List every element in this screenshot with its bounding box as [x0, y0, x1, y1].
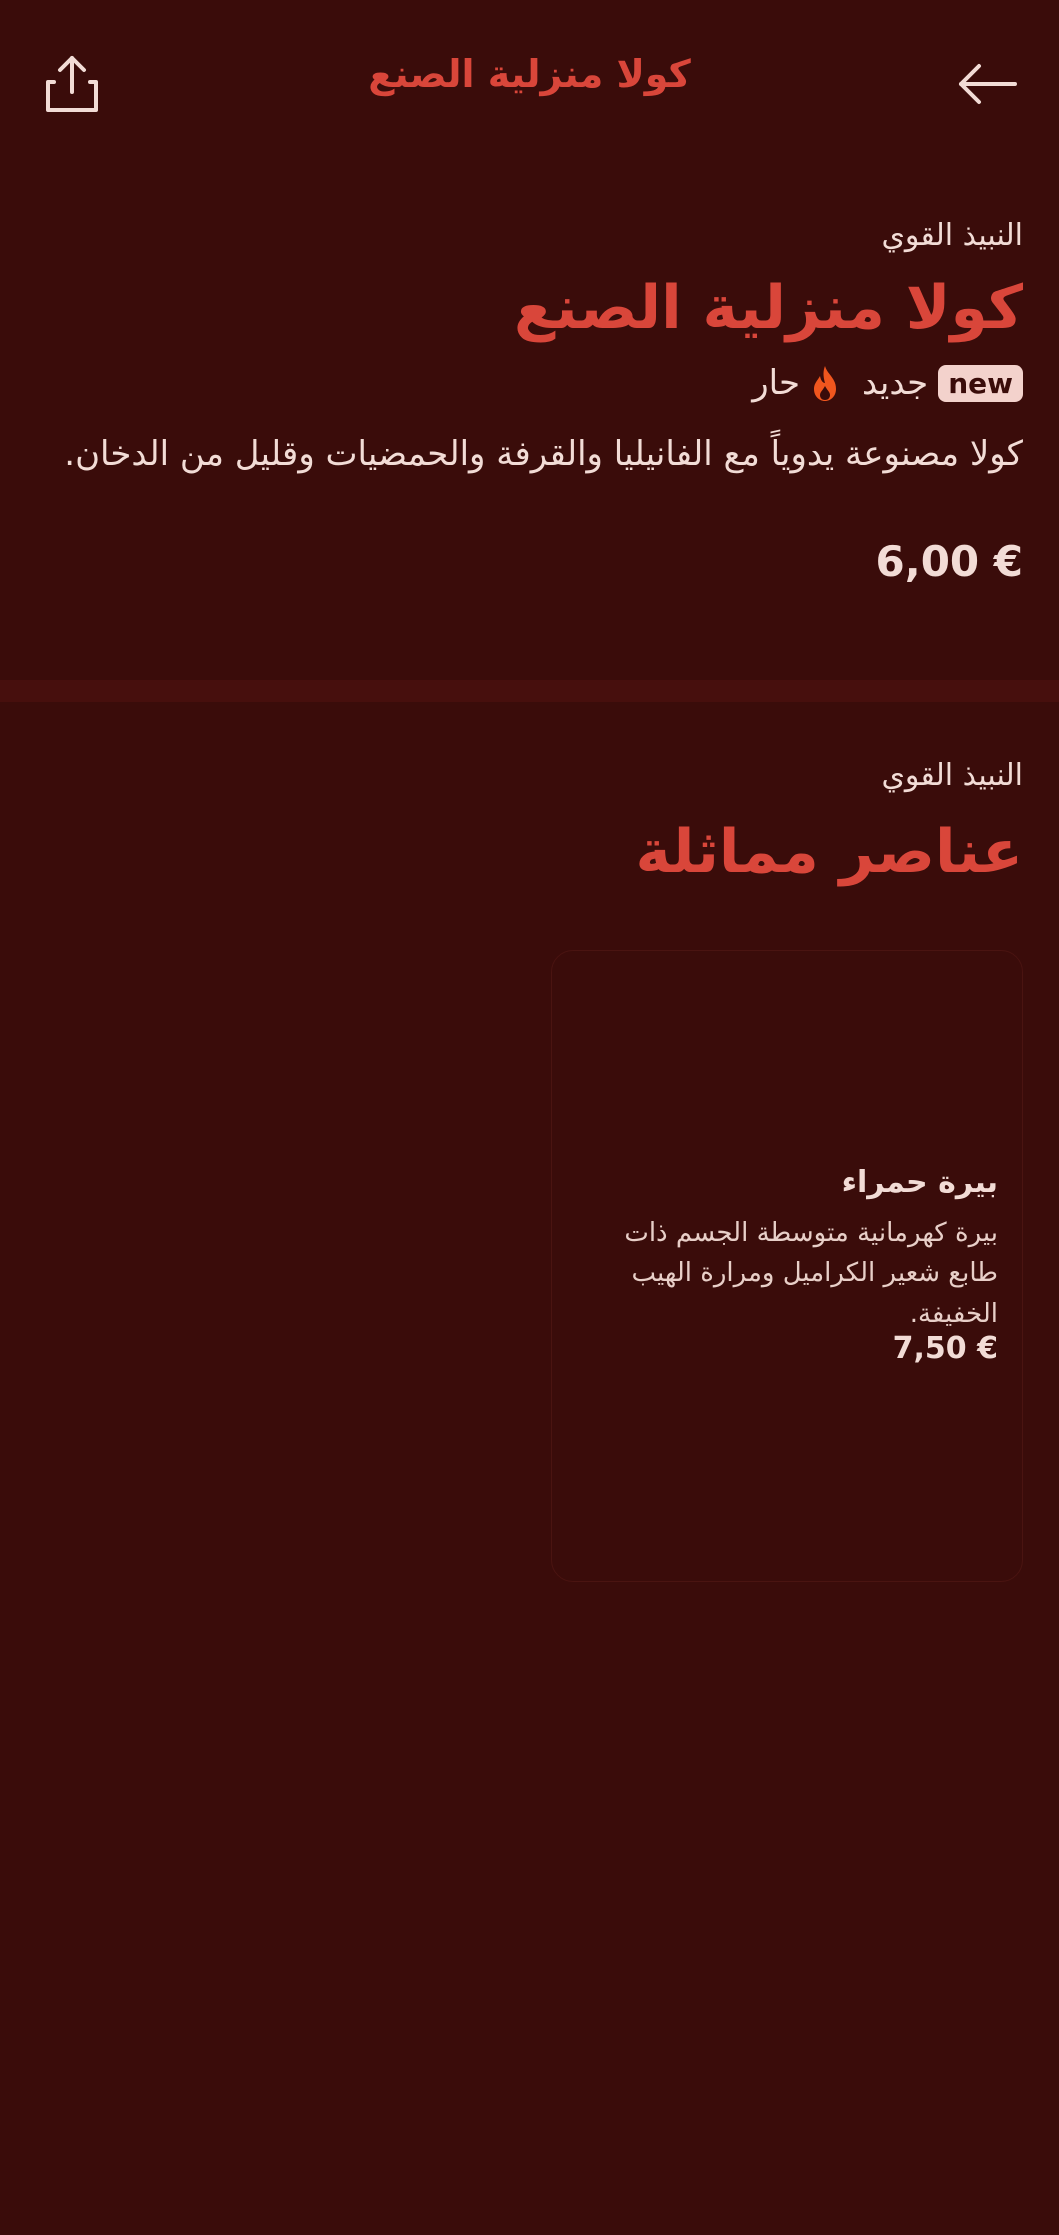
similar-item-name: بيرة حمراء — [841, 1165, 998, 1200]
top-bar: كولا منزلية الصنع — [0, 0, 1059, 170]
similar-item-card[interactable]: بيرة حمراء بيرة كهرمانية متوسطة الجسم ذا… — [551, 950, 1023, 1582]
similar-items-section: النبيذ القوي عناصر مماثلة — [0, 758, 1059, 885]
similar-category: النبيذ القوي — [881, 758, 1023, 793]
tag-new-label: جديد — [862, 363, 929, 403]
new-badge: new — [938, 364, 1023, 402]
tag-spicy-label: حار — [752, 363, 801, 403]
arrow-left-icon — [959, 64, 1017, 104]
product-category: النبيذ القوي — [881, 218, 1023, 253]
similar-title: عناصر مماثلة — [635, 817, 1023, 887]
fire-icon — [814, 366, 837, 401]
similar-item-price: 7,50 € — [892, 1331, 998, 1366]
back-button[interactable] — [945, 42, 1029, 126]
product-tags: new جديد حار — [36, 363, 1023, 403]
section-divider — [0, 680, 1059, 702]
product-name: كولا منزلية الصنع — [513, 273, 1023, 343]
tag-new: new جديد — [862, 363, 1023, 403]
product-details: النبيذ القوي كولا منزلية الصنع new جديد … — [0, 218, 1059, 586]
page-title: كولا منزلية الصنع — [368, 52, 691, 96]
similar-item-description: بيرة كهرمانية متوسطة الجسم ذات طابع شعير… — [624, 1218, 998, 1329]
product-description: كولا مصنوعة يدوياً مع الفانيليا والقرفة … — [64, 434, 1023, 474]
product-price: 6,00 € — [875, 536, 1023, 586]
tag-spicy: حار — [752, 363, 840, 403]
